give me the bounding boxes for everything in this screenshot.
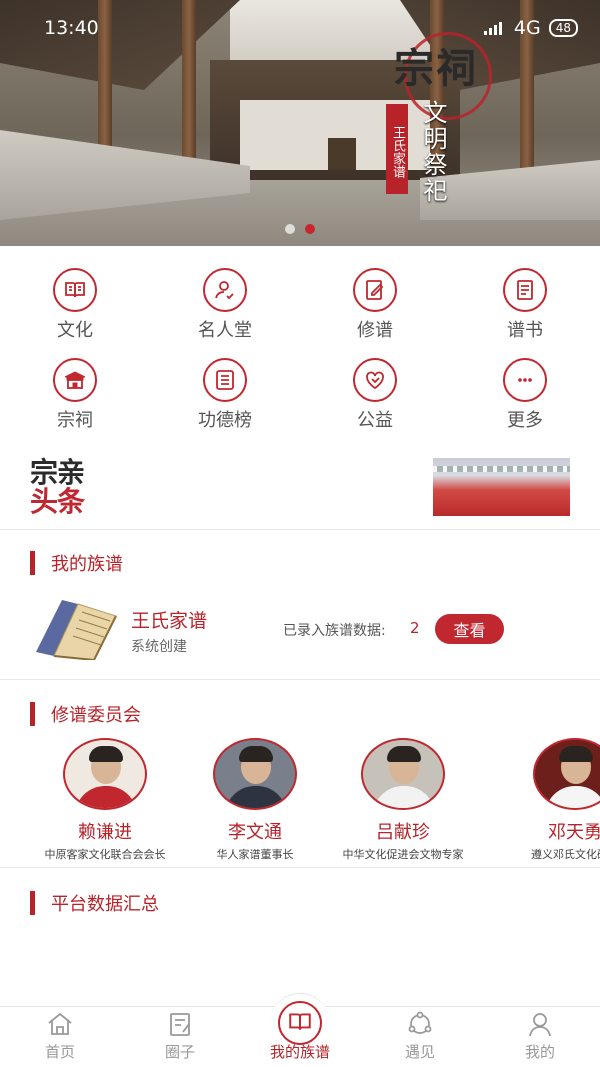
tab-me[interactable]: 我的 (480, 1007, 600, 1067)
bottom-tab-bar: 首页 圈子 我的族谱 遇见 我的 (0, 993, 600, 1067)
feature-genealogy-book[interactable]: 谱书 (450, 262, 600, 352)
record-count-label: 已录入族谱数据: (283, 623, 386, 639)
member-name: 李文通 (228, 822, 282, 843)
my-family-card[interactable]: 王氏家谱 系统创建 已录入族谱数据: 2 查看 (0, 590, 600, 680)
committee-members: 赖谦进 中原客家文化联合会会长 李文通 华人家谱董事长 吕献珍 中华文化促进会文… (0, 738, 600, 868)
committee-member[interactable]: 赖谦进 中原客家文化联合会会长 (30, 738, 180, 862)
heart-icon (353, 358, 397, 402)
feature-hall-of-fame[interactable]: 名人堂 (150, 262, 300, 352)
genealogy-book-icon (36, 600, 117, 660)
feature-grid: 文化 名人堂 修谱 谱书 宗祠 功德榜 公益 更多 (0, 262, 600, 442)
home-icon (48, 1012, 72, 1035)
tab-circle[interactable]: 圈子 (120, 1007, 240, 1067)
news-photo[interactable] (433, 458, 570, 516)
hero-banner[interactable]: 宗祠 王氏家谱 文明祭祀 13:40 4G 48 (0, 0, 600, 246)
family-name[interactable]: 王氏家谱 (131, 606, 207, 633)
meet-icon (408, 1011, 432, 1034)
more-icon (503, 358, 547, 402)
feature-compile[interactable]: 修谱 (300, 262, 450, 352)
book-icon (53, 268, 97, 312)
app-screen: 宗祠 王氏家谱 文明祭祀 13:40 4G 48 文化 名人堂 修谱 谱书 宗祠… (0, 0, 600, 1067)
feature-more[interactable]: 更多 (450, 352, 600, 442)
person-check-icon (203, 268, 247, 312)
circle-post-icon (170, 1013, 190, 1036)
status-time: 13:40 (44, 17, 99, 39)
feature-charity[interactable]: 公益 (300, 352, 450, 442)
list-icon (203, 358, 247, 402)
member-title: 遵义邓氏文化研究 (531, 848, 600, 861)
clan-news-strip[interactable]: 宗亲 头条 (0, 452, 600, 530)
committee-member[interactable]: 邓天勇 遵义邓氏文化研究 (500, 738, 600, 862)
section-title-committee: 修谱委员会 (30, 701, 141, 727)
avatar (361, 738, 445, 810)
platform-stats (0, 888, 600, 1008)
battery-icon: 48 (548, 19, 578, 37)
signal-icon (483, 21, 506, 35)
feature-merit-list[interactable]: 功德榜 (150, 352, 300, 442)
user-icon (529, 1013, 551, 1037)
member-name: 吕献珍 (376, 822, 430, 843)
member-title: 华人家谱董事长 (216, 848, 294, 861)
network-type: 4G (513, 17, 541, 39)
carousel-dot[interactable] (285, 224, 295, 234)
family-origin: 系统创建 (131, 639, 187, 655)
carousel-dot-active[interactable] (305, 224, 315, 234)
edit-icon (353, 268, 397, 312)
status-bar: 13:40 4G 48 (0, 0, 600, 56)
member-title: 中华文化促进会文物专家 (342, 848, 464, 861)
banner-title-mark: 宗祠 王氏家谱 文明祭祀 (386, 30, 496, 210)
member-name: 邓天勇 (548, 822, 600, 843)
clan-news-logo: 宗亲 头条 (30, 456, 85, 518)
record-count: 2 (410, 619, 420, 637)
tab-home[interactable]: 首页 (0, 1007, 120, 1067)
avatar (63, 738, 147, 810)
avatar (533, 738, 600, 810)
family-book-icon (278, 1001, 322, 1045)
member-title: 中原客家文化联合会会长 (44, 848, 166, 861)
feature-ancestral-hall[interactable]: 宗祠 (0, 352, 150, 442)
committee-member[interactable]: 吕献珍 中华文化促进会文物专家 (328, 738, 478, 862)
banner-subtitle: 文明祭祀 (419, 100, 447, 204)
feature-culture[interactable]: 文化 (0, 262, 150, 352)
avatar (213, 738, 297, 810)
section-title-my-family: 我的族谱 (30, 550, 123, 576)
view-button[interactable]: 查看 (435, 614, 504, 644)
committee-member[interactable]: 李文通 华人家谱董事长 (180, 738, 330, 862)
carousel-dots (0, 224, 600, 234)
tab-meet[interactable]: 遇见 (360, 1007, 480, 1067)
temple-icon (53, 358, 97, 402)
member-name: 赖谦进 (78, 822, 132, 843)
banner-seal: 王氏家谱 (386, 104, 408, 194)
tab-my-family[interactable]: 我的族谱 (240, 993, 360, 1067)
document-icon (503, 268, 547, 312)
